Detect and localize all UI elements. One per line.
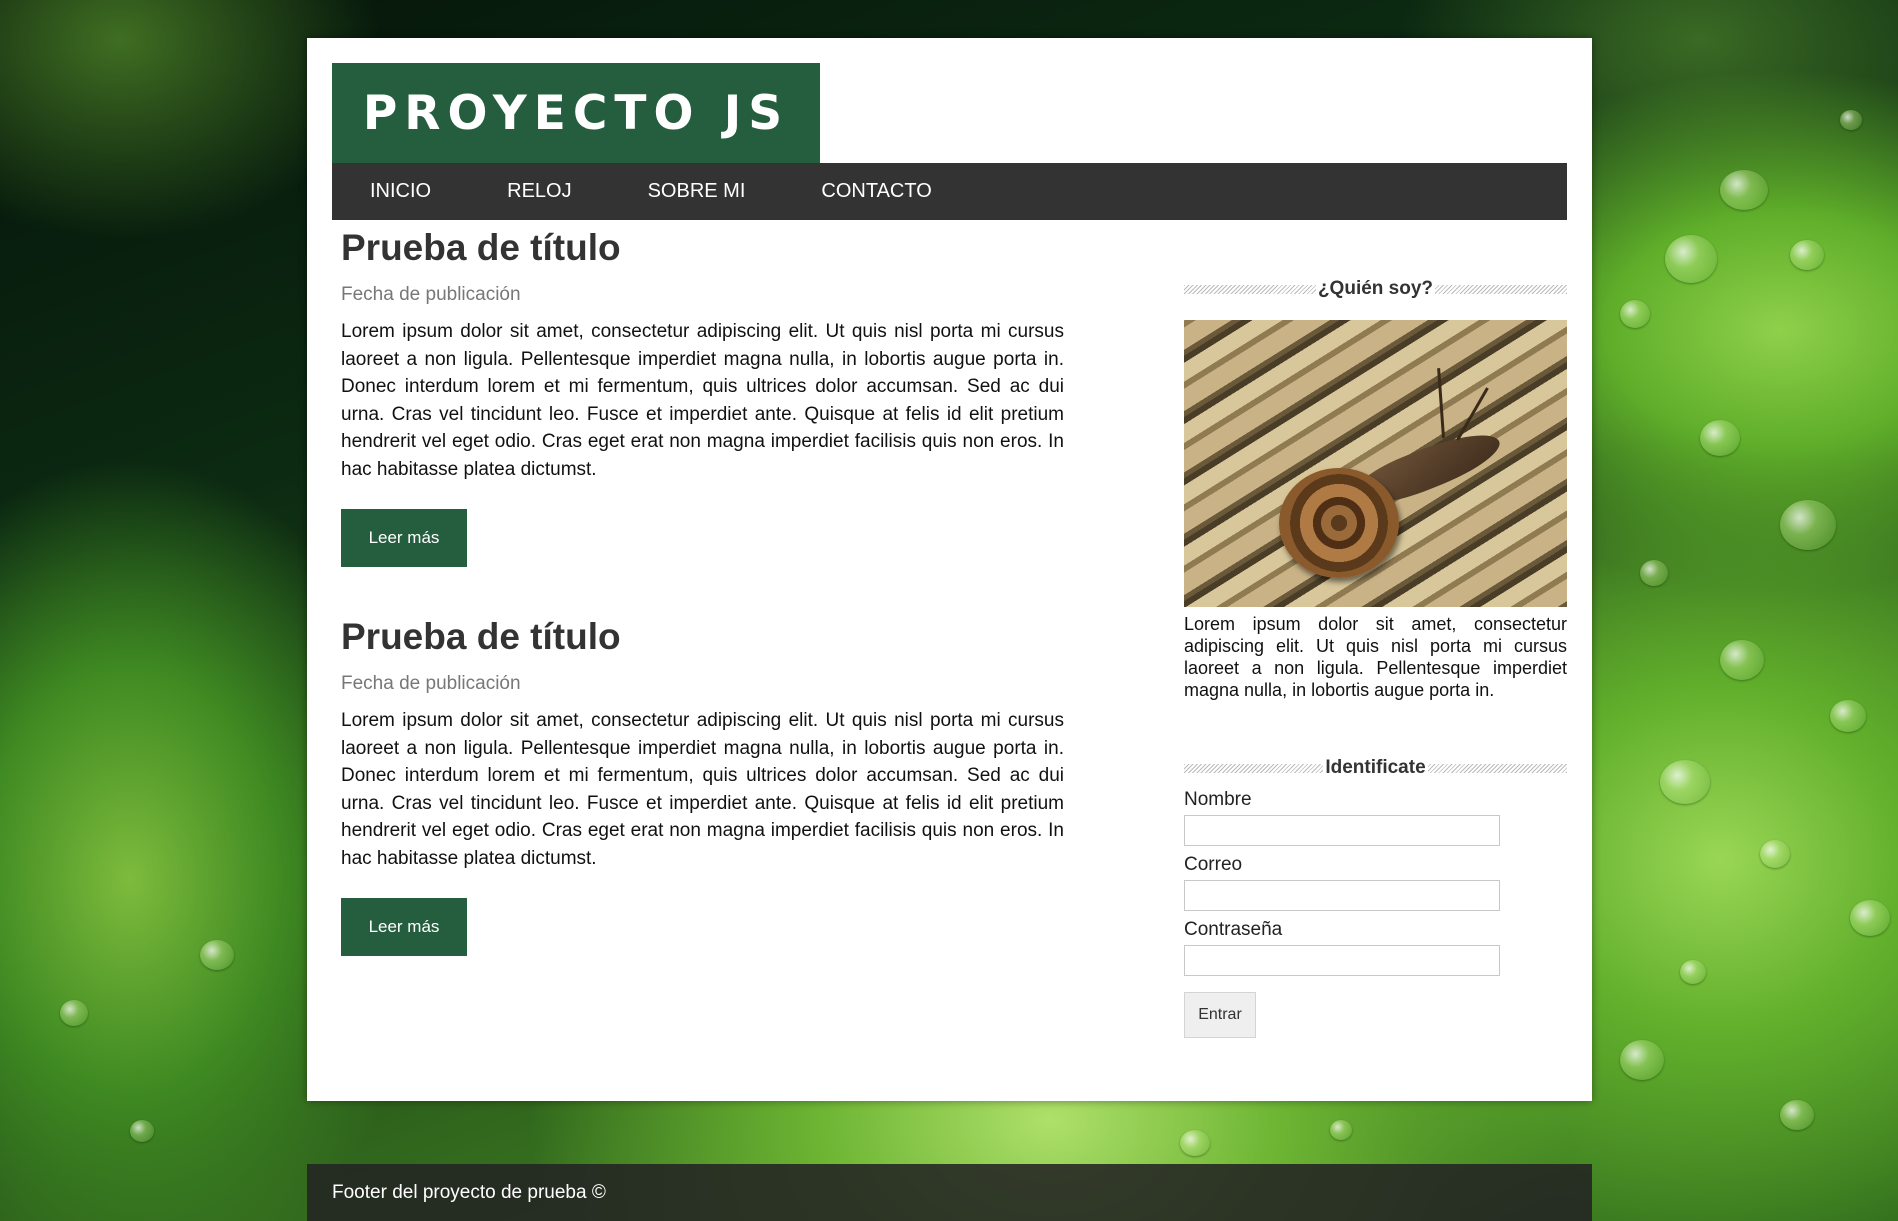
about-heading: ¿Quién soy? [1184, 278, 1567, 300]
water-drop [1780, 1100, 1814, 1130]
snail-shell-shape [1279, 468, 1399, 578]
nav-item-reloj[interactable]: RELOJ [469, 163, 609, 220]
water-drop [60, 1000, 88, 1026]
articles-section: Prueba de título Fecha de publicación Lo… [341, 226, 1064, 1004]
water-drop [1660, 760, 1710, 804]
about-heading-label: ¿Quién soy? [1315, 278, 1436, 299]
article-title: Prueba de título [341, 227, 621, 268]
article-title: Prueba de título [341, 616, 621, 657]
read-more-button[interactable]: Leer más [341, 509, 467, 567]
water-drop [1840, 110, 1862, 130]
water-drop [1680, 960, 1706, 984]
article-body: Lorem ipsum dolor sit amet, consectetur … [341, 321, 1064, 480]
password-label: Contraseña [1184, 919, 1283, 940]
snail-photo [1184, 320, 1567, 607]
water-drop [1830, 700, 1866, 732]
login-heading: Identificate [1184, 757, 1567, 779]
water-drop [1720, 170, 1768, 210]
water-drop [200, 940, 234, 970]
article: Prueba de título Fecha de publicación Lo… [341, 615, 1064, 956]
nav-item-sobre-mi[interactable]: SOBRE MI [610, 163, 784, 220]
water-drop [1640, 560, 1668, 586]
article: Prueba de título Fecha de publicación Lo… [341, 226, 1064, 567]
password-field[interactable] [1184, 945, 1500, 976]
footer-text: Footer del proyecto de prueba © [332, 1182, 606, 1203]
nav-item-inicio[interactable]: INICIO [332, 163, 469, 220]
about-text: Lorem ipsum dolor sit amet, consectetur … [1184, 614, 1567, 700]
email-label: Correo [1184, 854, 1243, 875]
name-label: Nombre [1184, 789, 1252, 810]
water-drop [1760, 840, 1790, 868]
water-drop [1180, 1130, 1210, 1156]
snail-antenna [1456, 387, 1489, 441]
water-drop [130, 1120, 154, 1142]
submit-button[interactable]: Entrar [1184, 992, 1256, 1038]
page-container: PROYECTO JS INICIO RELOJ SOBRE MI CONTAC… [307, 38, 1592, 1101]
water-drop [1665, 235, 1717, 283]
login-form: Nombre Correo Contraseña Entrar [1184, 789, 1567, 1038]
read-more-button[interactable]: Leer más [341, 898, 467, 956]
main-nav: INICIO RELOJ SOBRE MI CONTACTO [332, 163, 1567, 220]
water-drop [1620, 1040, 1664, 1080]
nav-item-contacto[interactable]: CONTACTO [783, 163, 969, 220]
about-widget: ¿Quién soy? Lorem ipsum dolor sit amet, … [1184, 278, 1567, 701]
name-field[interactable] [1184, 815, 1500, 846]
water-drop [1850, 900, 1890, 936]
footer: Footer del proyecto de prueba © [307, 1164, 1592, 1221]
water-drop [1780, 500, 1836, 550]
sidebar: ¿Quién soy? Lorem ipsum dolor sit amet, … [1184, 278, 1567, 1038]
email-field[interactable] [1184, 880, 1500, 911]
water-drop [1720, 640, 1764, 680]
water-drop [1790, 240, 1824, 270]
snail-antenna [1437, 368, 1445, 439]
site-logo[interactable]: PROYECTO JS [332, 63, 820, 163]
article-date: Fecha de publicación [341, 673, 521, 694]
article-date: Fecha de publicación [341, 284, 521, 305]
login-widget: Identificate Nombre Correo Contraseña En… [1184, 757, 1567, 1038]
article-body: Lorem ipsum dolor sit amet, consectetur … [341, 710, 1064, 869]
water-drop [1620, 300, 1650, 328]
water-drop [1330, 1120, 1352, 1140]
login-heading-label: Identificate [1323, 757, 1428, 778]
water-drop [1700, 420, 1740, 456]
